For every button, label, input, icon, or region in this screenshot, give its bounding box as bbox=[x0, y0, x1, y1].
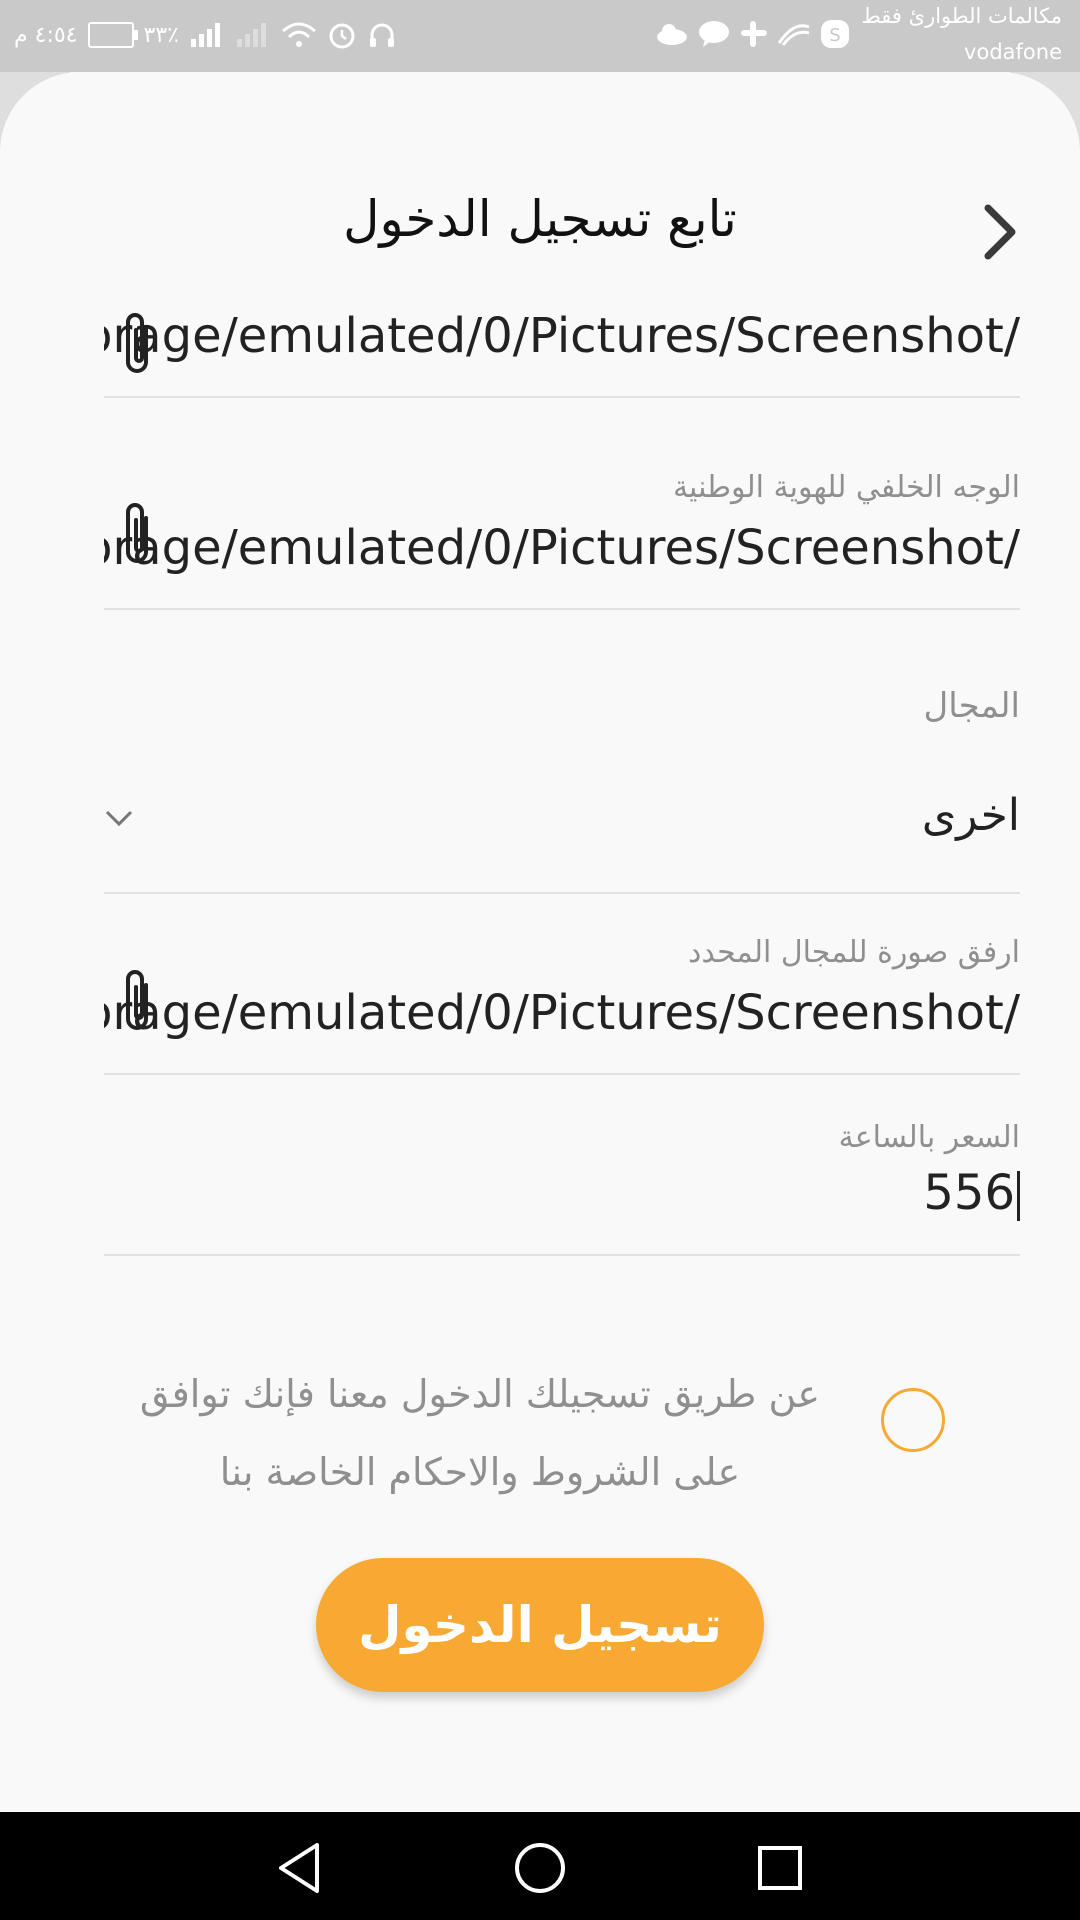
field-underline bbox=[104, 1073, 1020, 1075]
field-underline bbox=[104, 608, 1020, 610]
headset-icon bbox=[369, 23, 394, 47]
carrier-emergency-text: مكالمات الطوارئ فقط bbox=[861, 4, 1062, 28]
back-button[interactable] bbox=[972, 200, 1028, 264]
chat-icon bbox=[699, 21, 729, 47]
status-left-group: ٤:٥٤ م ٣٣٪ bbox=[14, 20, 397, 50]
attach-icon[interactable] bbox=[118, 967, 158, 1037]
back-icon bbox=[279, 1843, 319, 1893]
back-id-path: /storage/emulated/0/Pictures/Screenshot bbox=[104, 520, 1020, 576]
hourly-price-value: 556 bbox=[923, 1165, 1015, 1221]
signal-icon bbox=[190, 23, 220, 47]
nav-recents-button[interactable] bbox=[752, 1840, 808, 1896]
front-id-field[interactable]: /storage/emulated/0/Pictures/Screenshot bbox=[104, 300, 1020, 400]
skype-icon: S bbox=[821, 20, 849, 48]
clock-text: ٤:٥٤ م bbox=[14, 22, 78, 48]
hourly-price-input[interactable]: 556 bbox=[923, 1165, 1020, 1221]
terms-radio[interactable] bbox=[881, 1388, 945, 1452]
cloud-icon bbox=[657, 24, 687, 45]
field-underline bbox=[104, 892, 1020, 894]
domain-label: المجال bbox=[923, 686, 1020, 726]
domain-select[interactable]: المجال اخرى bbox=[104, 680, 1020, 896]
home-icon bbox=[515, 1843, 565, 1893]
field-underline bbox=[104, 396, 1020, 398]
attach-icon[interactable] bbox=[118, 310, 158, 380]
recents-icon bbox=[758, 1846, 802, 1890]
carrier-name: vodafone bbox=[964, 40, 1062, 64]
text-caret bbox=[1017, 1171, 1020, 1221]
slack-icon bbox=[741, 21, 767, 47]
hourly-price-field[interactable]: السعر بالساعة 556 bbox=[104, 1120, 1020, 1262]
status-bar: ٤:٥٤ م ٣٣٪ S مكالمات الطوارئ فقط vodafon… bbox=[0, 0, 1080, 72]
domain-image-path: /storage/emulated/0/Pictures/Screenshot bbox=[104, 985, 1020, 1041]
chevron-down-icon bbox=[105, 810, 133, 827]
battery-icon bbox=[87, 22, 138, 48]
domain-image-label: ارفق صورة للمجال المحدد bbox=[688, 935, 1020, 970]
notification-icons: S bbox=[655, 18, 851, 50]
terms-text: عن طريق تسجيلك الدخول معنا فإنك توافق عل… bbox=[139, 1372, 821, 1494]
page-title: تابع تسجيل الدخول bbox=[343, 190, 737, 248]
attach-icon[interactable] bbox=[118, 500, 158, 570]
nav-back-button[interactable] bbox=[272, 1840, 328, 1896]
login-button[interactable]: تسجيل الدخول bbox=[316, 1558, 764, 1692]
app-icon bbox=[777, 24, 810, 46]
domain-selected-value: اخرى bbox=[921, 790, 1020, 841]
alarm-icon bbox=[329, 23, 355, 49]
wifi-icon bbox=[281, 22, 316, 47]
hourly-price-label: السعر بالساعة bbox=[838, 1120, 1020, 1155]
domain-image-field[interactable]: ارفق صورة للمجال المحدد /storage/emulate… bbox=[104, 935, 1020, 1077]
svg-text:S: S bbox=[829, 25, 840, 46]
field-underline bbox=[104, 1254, 1020, 1256]
login-button-label: تسجيل الدخول bbox=[358, 1596, 722, 1654]
nav-home-button[interactable] bbox=[512, 1840, 568, 1896]
navigation-bar bbox=[0, 1812, 1080, 1920]
back-id-field[interactable]: الوجه الخلفي للهوية الوطنية /storage/emu… bbox=[104, 470, 1020, 612]
back-id-label: الوجه الخلفي للهوية الوطنية bbox=[672, 470, 1020, 505]
battery-percent: ٣٣٪ bbox=[143, 22, 179, 48]
front-id-path: /storage/emulated/0/Pictures/Screenshot bbox=[104, 308, 1020, 364]
signal-icon-2 bbox=[236, 23, 266, 47]
chevron-right-icon bbox=[984, 204, 1016, 260]
